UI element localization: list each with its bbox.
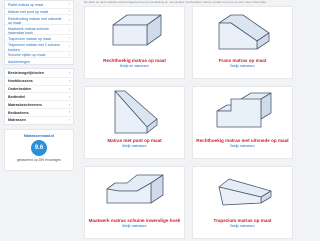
sidebar-item-trapezium[interactable]: Trapezium matras op maat › — [5, 34, 73, 41]
card-link[interactable]: Bekijk matrassen — [85, 224, 184, 228]
chevron-right-icon: › — [68, 27, 70, 32]
sidebar-item-label: Bestelmogelijkheden — [8, 70, 44, 75]
product-card-punt[interactable]: Matras met punt op maat Bekijk matrassen — [84, 86, 185, 159]
card-link[interactable]: Bekijk matrassen — [193, 144, 292, 148]
review-rating-widget[interactable]: Matrassenmaat.nl 9.6 gebaseerd op 259 er… — [4, 128, 74, 171]
card-link[interactable]: Bekijk matrassen — [193, 224, 292, 228]
product-card-frans[interactable]: Frans matras op maat Bekijk matrassen — [192, 6, 293, 79]
card-title: Trapezium matras op maat — [213, 218, 272, 223]
sidebar-item-matrasbeschermers[interactable]: Matrasbeschermers › — [5, 100, 73, 108]
rating-title: Matrassenmaat.nl — [23, 133, 55, 138]
sidebar-item-schuine-inwendige-hoek[interactable]: Maatwerk matras schuine inwendige hoek › — [5, 24, 73, 35]
chevron-right-icon: › — [68, 110, 70, 115]
sidebar-item-label: Hoofdkussens — [8, 79, 33, 84]
shape-menu: Platte matras op maat › Matras met punt … — [4, 0, 74, 65]
chevron-right-icon: › — [68, 2, 70, 7]
chevron-right-icon: › — [68, 17, 70, 22]
sidebar-item-hoofdkussens[interactable]: Hoofdkussens › — [5, 76, 73, 85]
french-mattress-image — [218, 14, 270, 50]
sidebar: Platte matras op maat › Matras met punt … — [4, 0, 74, 241]
chevron-right-icon: › — [68, 79, 70, 84]
chevron-right-icon: › — [68, 102, 70, 107]
sidebar-item-label: Matrassen — [8, 118, 26, 123]
sidebar-item-onderbedden[interactable]: Onderbedden › — [5, 84, 73, 93]
sidebar-item-label: Onderbedden — [8, 87, 32, 92]
product-card-uitsnede[interactable]: Rechthoekig matras met uitsnede op maat … — [192, 86, 293, 159]
sidebar-item-label: Platte matras op maat — [8, 2, 44, 7]
card-title: Frans matras op maat — [218, 58, 267, 63]
product-card-trapezium[interactable]: Trapezium matras op maat Bekijk matrasse… — [192, 166, 293, 239]
chevron-right-icon: › — [68, 44, 70, 49]
chevron-right-icon: › — [68, 35, 70, 40]
sidebar-item-platte-matras[interactable]: Platte matras op maat › — [5, 1, 73, 8]
cutout-mattress-image — [216, 92, 272, 128]
card-title: Maatwerk matras schuine inwendige hoek — [88, 218, 181, 223]
sidebar-item-label: Aanbiedingen — [8, 59, 30, 64]
card-link[interactable]: Bekijk de matrassen — [85, 64, 184, 68]
sidebar-item-label: Matrasbeschermers — [8, 102, 42, 107]
sidebar-item-matrassen[interactable]: Matrassen › — [5, 115, 73, 124]
sidebar-item-schuine-zijden[interactable]: Schuine zijden op maat › — [5, 50, 73, 57]
intro-text: De tekst op deze website wordt uitgevoer… — [84, 0, 267, 4]
pointed-mattress-image — [114, 90, 158, 134]
sidebar-item-uitsnede[interactable]: Rechthoekig matras met uitsnede op maat … — [5, 14, 73, 25]
chevron-right-icon: › — [68, 52, 70, 57]
sidebar-item-aanbiedingen[interactable]: Aanbiedingen — [5, 57, 73, 64]
product-card-schuine-hoek[interactable]: Maatwerk matras schuine inwendige hoek B… — [84, 166, 185, 239]
sidebar-item-label: Bedtextiel — [8, 94, 26, 99]
card-link[interactable]: Bekijk matrassen — [193, 64, 292, 68]
sidebar-item-label: Bedbodems — [8, 110, 29, 115]
sidebar-item-bestelmogelijkheden[interactable]: Bestelmogelijkheden › — [5, 69, 73, 77]
sidebar-item-bedtextiel[interactable]: Bedtextiel › — [5, 92, 73, 100]
card-link[interactable]: Bekijk matrassen — [85, 144, 184, 148]
sidebar-item-trapezium-2-hoeken[interactable]: Trapezium matras met 2 schuine hoeken › — [5, 40, 73, 52]
sidebar-item-matras-met-punt[interactable]: Matras met punt op maat › — [5, 7, 73, 14]
chevron-right-icon: › — [68, 86, 70, 91]
chevron-right-icon: › — [68, 9, 70, 14]
sidebar-item-bedbodems[interactable]: Bedbodems › — [5, 107, 73, 116]
card-title: Rechthoekig matras met uitsnede op maat — [196, 138, 289, 143]
trapezoid-mattress-image — [218, 178, 272, 206]
category-menu: Bestelmogelijkheden › Hoofdkussens › Ond… — [4, 67, 74, 125]
chevron-right-icon: › — [68, 94, 70, 99]
rating-subtitle: gebaseerd op 259 ervaringen — [16, 157, 62, 162]
chevron-right-icon: › — [68, 70, 70, 75]
angled-inner-corner-mattress-image — [106, 174, 164, 204]
chevron-right-icon: › — [68, 118, 70, 123]
card-title: Rechthoekig matras op maat — [103, 58, 166, 63]
rating-score-badge: 9.6 — [31, 139, 47, 156]
card-title: Matras met punt op maat — [107, 138, 162, 143]
product-card-rechthoekig[interactable]: Rechthoekig matras op maat Bekijk de mat… — [84, 6, 185, 79]
rectangular-mattress-image — [112, 14, 162, 46]
